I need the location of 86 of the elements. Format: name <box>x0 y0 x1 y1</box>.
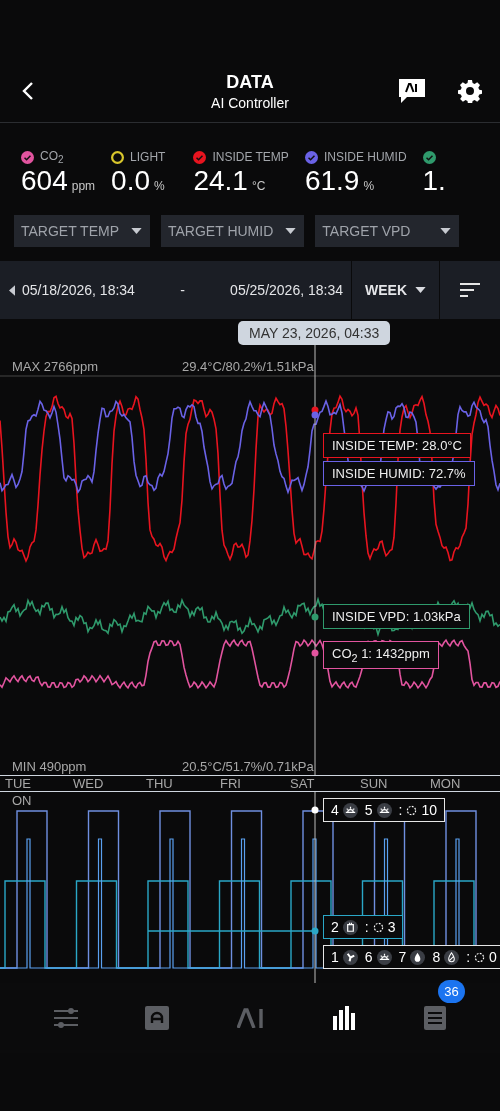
time-tooltip: MAY 23, 2026, 04:33 <box>238 321 391 345</box>
ring-icon <box>406 804 418 816</box>
day-label: TUE <box>5 776 31 791</box>
sensor-value: 61.9 <box>304 165 360 197</box>
target-dropdown[interactable]: TARGET HUMID <box>161 215 305 247</box>
controller-icon <box>145 1006 170 1030</box>
ring-icon <box>474 951 486 963</box>
previous-icon[interactable] <box>9 284 15 296</box>
max-label: MAX 2766ppm <box>12 359 98 374</box>
sensor-unit: % <box>363 179 375 193</box>
page-title: DATA <box>226 72 274 93</box>
tag-colon: : <box>466 949 471 965</box>
series-legend: INSIDE VPD: 1.03kPa <box>323 604 470 629</box>
date-separator: - <box>180 282 185 298</box>
ring-icon <box>372 921 384 933</box>
sort-icon <box>460 283 480 297</box>
drop-outline-icon <box>444 949 460 965</box>
device-number: 2 <box>331 919 339 935</box>
cursor-dot <box>311 649 319 657</box>
page-subtitle: AI Controller <box>211 95 289 111</box>
day-label: WED <box>73 776 104 791</box>
sensor-value: 0.0 <box>111 165 150 197</box>
device-number: 4 <box>331 802 339 818</box>
end-date[interactable]: 05/25/2026, 18:34 <box>230 282 343 298</box>
caret-icon <box>131 228 142 234</box>
target-dropdown[interactable]: TARGET VPD <box>315 215 460 247</box>
day-label: THU <box>146 776 173 791</box>
device-number: 5 <box>364 802 373 818</box>
device-count: 3 <box>387 919 396 935</box>
max-values: 29.4°C/80.2%/1.51kPa <box>182 359 314 374</box>
sensor-unit: ppm <box>71 179 96 193</box>
device-number: 7 <box>398 949 407 965</box>
fan-icon <box>342 949 358 965</box>
caret-icon <box>415 287 426 293</box>
checked-dot-icon[interactable] <box>21 150 34 164</box>
period-dropdown[interactable]: WEEK <box>352 261 440 319</box>
ai-icon <box>237 1008 265 1028</box>
start-date[interactable]: 05/18/2026, 18:34 <box>22 282 135 298</box>
cursor-dot <box>311 613 319 621</box>
min-label: MIN 490ppm <box>12 759 87 774</box>
target-dropdown[interactable]: TARGET TEMP <box>14 215 150 247</box>
light-icon <box>376 802 392 818</box>
light-icon <box>342 802 358 818</box>
drop-icon <box>410 949 426 965</box>
checked-dot-icon[interactable] <box>422 150 436 164</box>
device-count: 0 <box>489 949 497 965</box>
device-number: 6 <box>364 949 373 965</box>
series-legend: CO$_{2}$ 1: 1432ppm <box>323 641 439 669</box>
series-legend: INSIDE HUMID: 72.7% <box>323 461 475 486</box>
day-label: FRI <box>220 776 241 791</box>
sliders-icon <box>53 1007 78 1029</box>
sensor-value: 604 <box>21 165 68 197</box>
checked-dot-icon[interactable] <box>193 150 207 164</box>
settings-icon[interactable] <box>458 79 482 103</box>
bar-chart-icon <box>332 1006 357 1030</box>
light-icon <box>376 949 392 965</box>
day-label: SUN <box>360 776 388 791</box>
sensor-value: 24.1 <box>193 165 248 197</box>
series-legend: INSIDE TEMP: 28.0°C <box>323 433 471 458</box>
sensor-unit: % <box>154 179 165 193</box>
unchecked-dot-icon[interactable] <box>111 150 125 164</box>
sensor-value: 1. <box>422 165 446 197</box>
list-icon <box>424 1006 447 1030</box>
outlet-icon <box>342 919 358 935</box>
sensor-label: INSIDE HUMID <box>323 150 407 164</box>
ai-chat-icon[interactable] <box>399 79 425 103</box>
day-label: MON <box>430 776 461 791</box>
sensor-label: INSIDE TEMP <box>212 150 289 164</box>
tag-colon: : <box>398 802 403 818</box>
notification-badge: 36 <box>438 980 465 1003</box>
min-values: 20.5°C/51.7%/0.71kPa <box>182 759 314 774</box>
caret-icon <box>285 228 297 234</box>
tag-colon: : <box>364 919 369 935</box>
back-icon[interactable] <box>22 81 34 101</box>
sensor-unit: °C <box>251 179 266 193</box>
state-label: ON <box>12 793 32 808</box>
sensor-label: LIGHT <box>130 150 166 164</box>
sensor-label: CO$_{2}$ <box>40 148 64 166</box>
device-number: 8 <box>432 949 441 965</box>
device-count: 10 <box>421 802 438 818</box>
day-label: SAT <box>290 776 315 791</box>
cursor-dot <box>311 806 319 814</box>
device-number: 1 <box>331 949 339 965</box>
checked-dot-icon[interactable] <box>304 150 318 164</box>
cursor-dot <box>311 927 319 935</box>
caret-icon <box>440 228 452 234</box>
